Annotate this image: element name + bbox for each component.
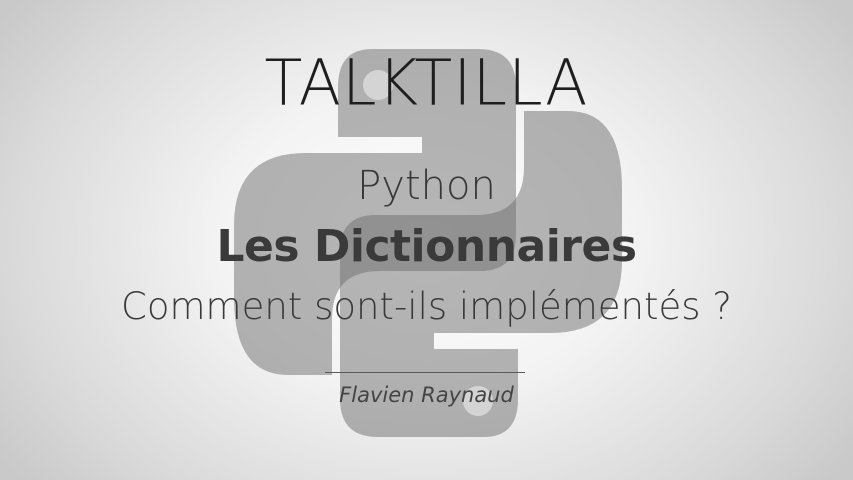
slide-subtitle: Comment sont-ils implémentés ? [121,285,732,328]
topic-language: Python [357,163,496,209]
slide-headline: Les Dictionnaires [216,221,637,272]
author-name: Flavien Raynaud [339,383,514,407]
title-slide: TALKTILLA Python Les Dictionnaires Comme… [0,0,853,480]
author-divider [325,372,525,373]
brand-title: TALKTILLA [264,45,589,120]
